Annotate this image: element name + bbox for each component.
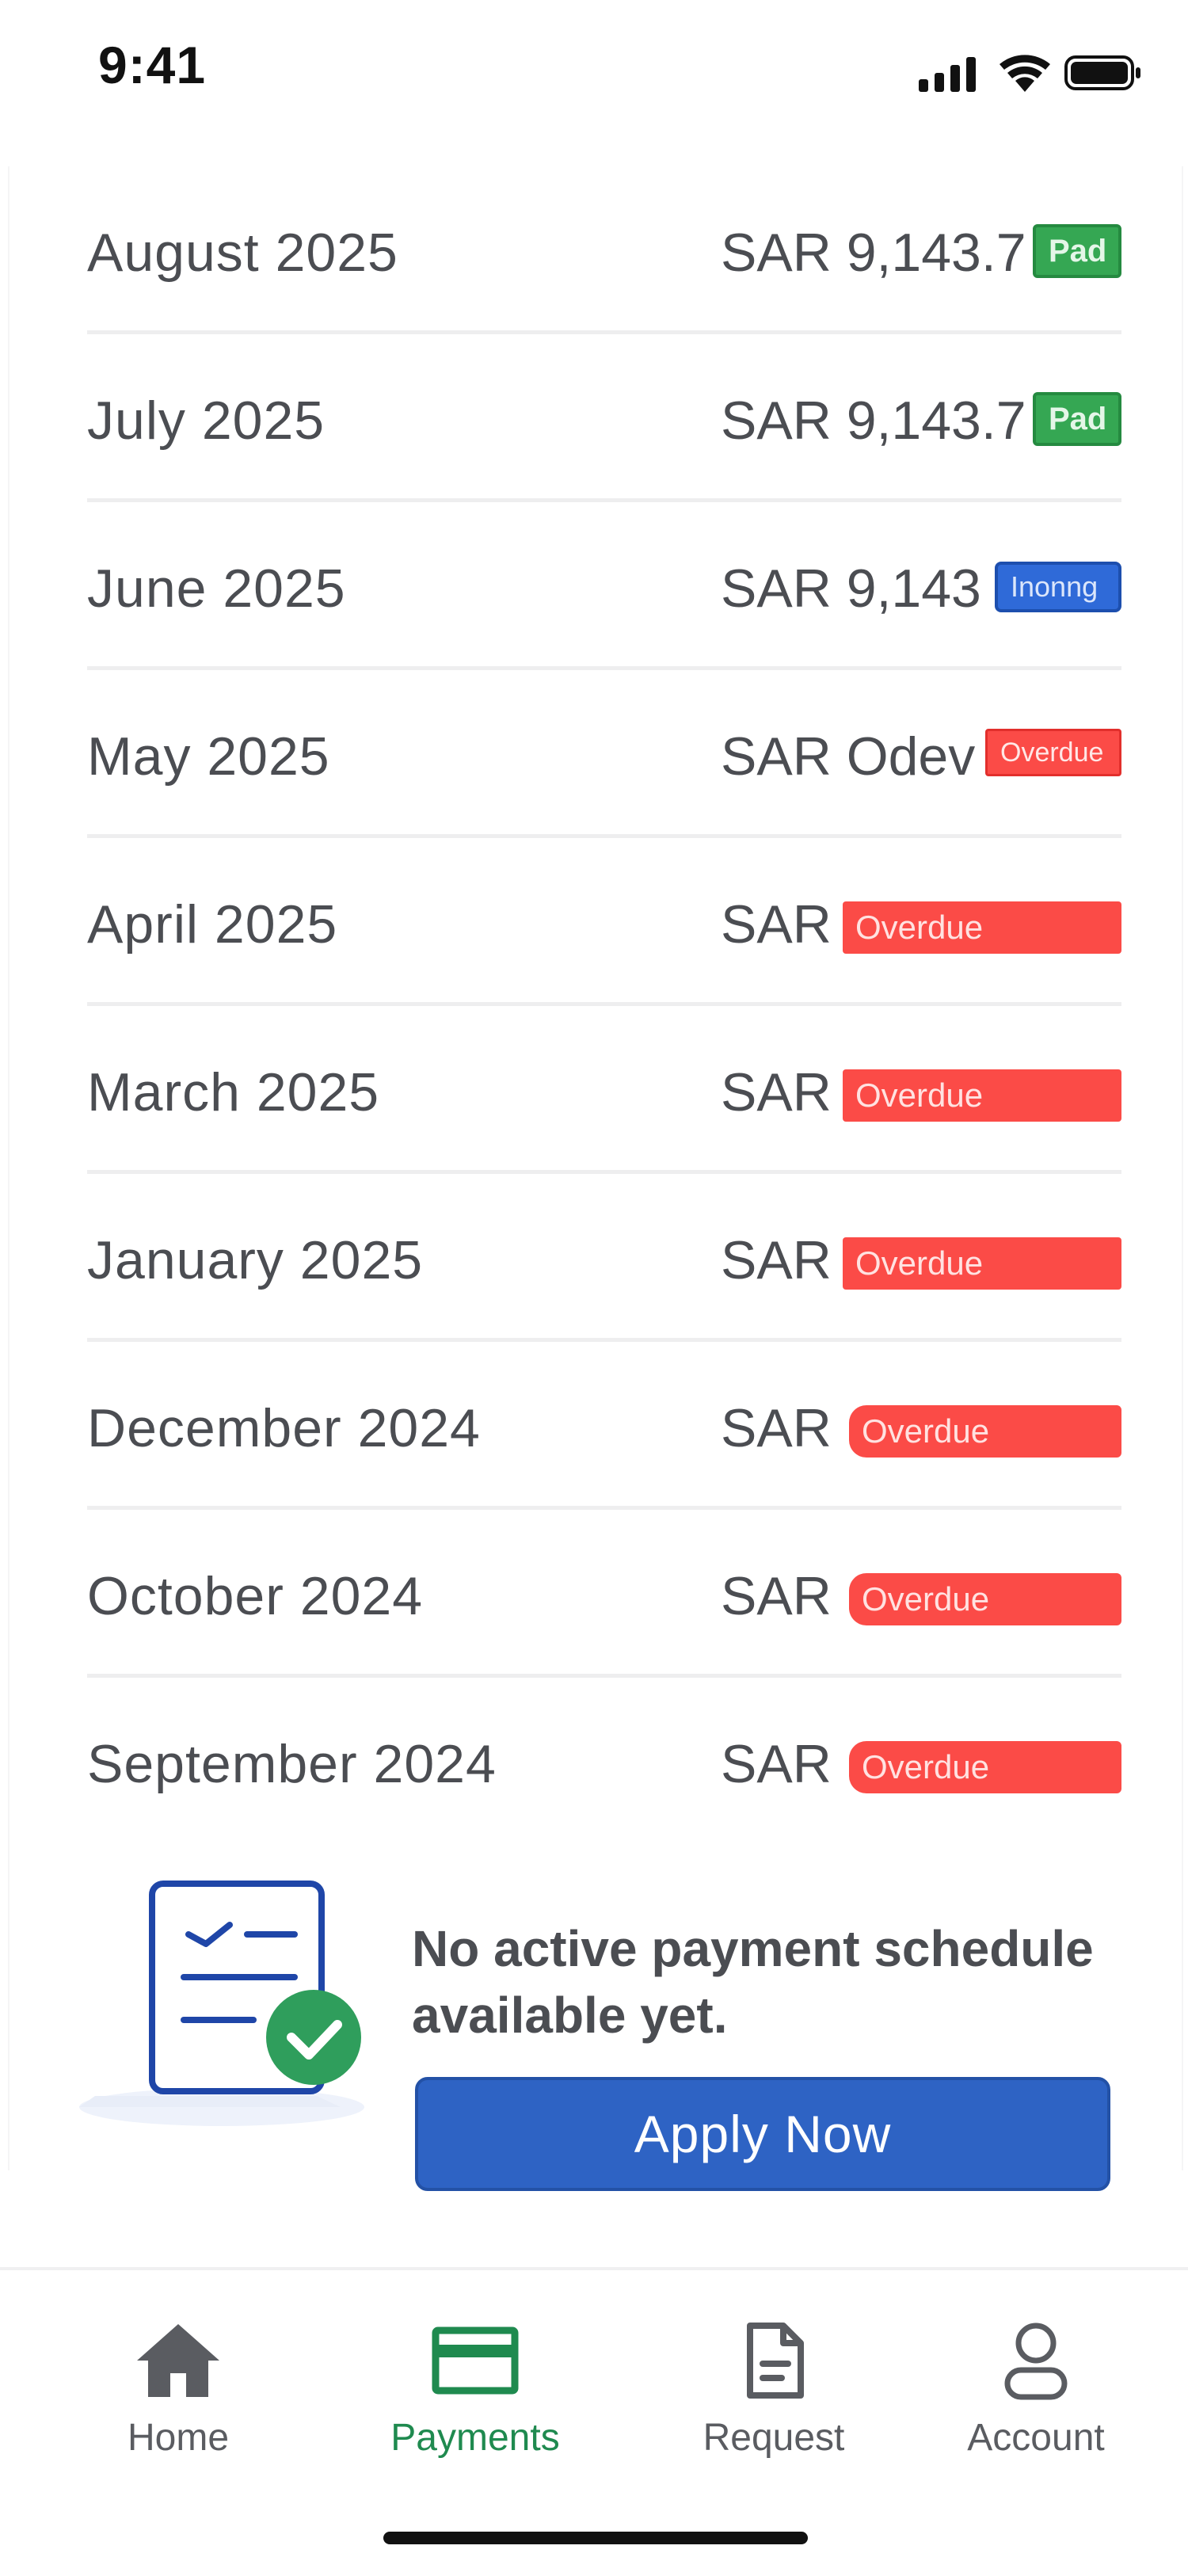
home-icon bbox=[137, 2324, 219, 2397]
tab-request-label: Request bbox=[703, 2417, 845, 2459]
user-icon bbox=[1004, 2323, 1068, 2400]
payment-row[interactable]: May 2025 SAR Odev Overdue bbox=[87, 670, 1121, 838]
status-badge: Inonng bbox=[995, 562, 1121, 612]
cellular-signal-icon bbox=[919, 57, 976, 92]
payment-amount: SAR bbox=[721, 1398, 832, 1458]
payment-row[interactable]: December 2024 SAR Overdue bbox=[87, 1342, 1121, 1510]
tab-account-label: Account bbox=[967, 2417, 1105, 2459]
payment-month: October 2024 bbox=[87, 1566, 424, 1626]
payment-amount: SAR bbox=[721, 1230, 832, 1290]
payment-row[interactable]: June 2025 SAR 9,143 Inonng bbox=[87, 502, 1121, 670]
payment-month: January 2025 bbox=[87, 1230, 424, 1290]
status-badge: Overdue bbox=[843, 1069, 1121, 1122]
payment-amount: SAR 9,143.7 bbox=[721, 223, 1026, 283]
payment-month: May 2025 bbox=[87, 726, 330, 787]
home-indicator bbox=[383, 2532, 808, 2544]
payment-month: April 2025 bbox=[87, 894, 338, 955]
tab-home-label: Home bbox=[127, 2417, 230, 2459]
payment-amount: SAR bbox=[721, 1734, 832, 1794]
tab-home[interactable]: Home bbox=[59, 2321, 297, 2479]
payment-row[interactable]: July 2025 SAR 9,143.7 Pad bbox=[87, 334, 1121, 502]
tab-payments[interactable]: Payments bbox=[356, 2321, 594, 2479]
status-badge: Overdue bbox=[849, 1573, 1121, 1625]
payment-amount: SAR 9,143 bbox=[721, 558, 981, 619]
tab-request[interactable]: Request bbox=[655, 2321, 893, 2479]
tab-account[interactable]: Account bbox=[917, 2321, 1155, 2479]
payment-month: December 2024 bbox=[87, 1398, 481, 1458]
payment-amount: SAR Odev bbox=[721, 726, 976, 787]
payment-month: August 2025 bbox=[87, 223, 398, 283]
payment-amount: SAR 9,143.7 bbox=[721, 391, 1026, 451]
status-time: 9:41 bbox=[98, 36, 207, 94]
payment-month: September 2024 bbox=[87, 1734, 497, 1794]
payment-row[interactable]: March 2025 SAR Overdue bbox=[87, 1006, 1121, 1174]
document-icon bbox=[747, 2323, 804, 2399]
credit-card-icon bbox=[432, 2326, 519, 2395]
payment-row[interactable]: April 2025 SAR Overdue bbox=[87, 838, 1121, 1006]
status-badge: Overdue bbox=[849, 1405, 1121, 1458]
status-bar: 9:41 bbox=[0, 0, 1188, 143]
payment-month: July 2025 bbox=[87, 391, 326, 451]
wifi-icon bbox=[1000, 55, 1050, 92]
payment-row[interactable]: January 2025 SAR Overdue bbox=[87, 1174, 1121, 1342]
status-badge: Overdue bbox=[985, 729, 1121, 776]
status-badge: Pad bbox=[1033, 224, 1121, 278]
status-icons bbox=[919, 55, 1140, 92]
payment-row[interactable]: August 2025 SAR 9,143.7 Pad bbox=[87, 166, 1121, 334]
payment-amount: SAR bbox=[721, 894, 832, 955]
status-badge: Overdue bbox=[849, 1741, 1121, 1793]
payment-row[interactable]: October 2024 SAR Overdue bbox=[87, 1510, 1121, 1678]
status-badge: Overdue bbox=[843, 1237, 1121, 1290]
status-badge: Overdue bbox=[843, 901, 1121, 954]
payment-amount: SAR bbox=[721, 1062, 832, 1122]
payment-month: June 2025 bbox=[87, 558, 346, 619]
status-badge: Pad bbox=[1033, 392, 1121, 446]
document-check-icon bbox=[79, 1881, 364, 2126]
empty-state-message: No active payment schedule available yet… bbox=[412, 1920, 1094, 2044]
battery-icon bbox=[1064, 55, 1140, 90]
payment-history-card: August 2025 SAR 9,143.7 Pad July 2025 SAR 9,… bbox=[8, 166, 1183, 2170]
apply-now-button[interactable]: Apply Now bbox=[415, 2077, 1110, 2191]
bottom-tab-bar: Home Payments Request Account bbox=[0, 2267, 1188, 2576]
payment-amount: SAR bbox=[721, 1566, 832, 1626]
payment-month: March 2025 bbox=[87, 1062, 380, 1122]
payment-row[interactable]: September 2024 SAR Overdue bbox=[87, 1678, 1121, 1846]
tab-payments-label: Payments bbox=[390, 2417, 560, 2459]
